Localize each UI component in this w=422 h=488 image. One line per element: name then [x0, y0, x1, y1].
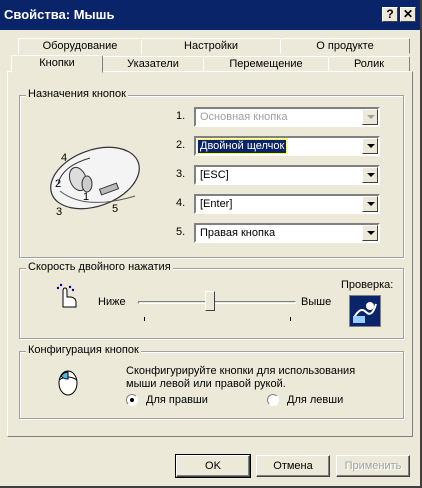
assign-num-2: 2.	[176, 139, 186, 151]
speed-test-label: Проверка:	[341, 279, 394, 291]
config-legend: Конфигурация кнопок	[26, 344, 141, 356]
help-button[interactable]: ?	[382, 7, 398, 22]
left-hand-label[interactable]: Для левши	[287, 394, 343, 406]
title-bar: Свойства: Мышь ? ✕	[0, 0, 420, 30]
dropdown-arrow-icon	[362, 109, 378, 125]
mouse-label-1: 1	[83, 191, 90, 203]
assign-select-1: Основная кнопка	[194, 107, 380, 127]
slider-tick	[290, 317, 291, 321]
speed-slider-thumb[interactable]	[204, 291, 215, 311]
assign-value-5: Правая кнопка	[200, 227, 276, 239]
ok-button[interactable]: OK	[175, 454, 251, 478]
assign-select-4[interactable]: [Enter]	[194, 194, 380, 214]
mouse-label-4: 4	[61, 152, 68, 164]
speed-legend: Скорость двойного нажатия	[26, 261, 173, 273]
config-group: Конфигурация кнопок Сконфигурируйте кноп…	[19, 344, 404, 419]
config-description: Сконфигурируйте кнопки для использования…	[126, 365, 356, 390]
assign-value-3: [ESC]	[200, 169, 229, 181]
mouse-illustration	[50, 146, 140, 210]
mouse-label-5: 5	[112, 203, 119, 215]
left-hand-radio[interactable]	[267, 394, 279, 406]
assign-select-3[interactable]: [ESC]	[194, 165, 380, 185]
assign-num-4: 4.	[176, 197, 186, 209]
test-area[interactable]	[349, 295, 381, 327]
mouse-label-2: 2	[55, 178, 62, 190]
assign-value-2: Двойной щелчок	[196, 139, 288, 154]
slider-tick	[144, 317, 145, 321]
cancel-button[interactable]: Отмена	[256, 455, 330, 477]
assign-legend: Назначения кнопок	[26, 88, 128, 100]
assign-num-5: 5.	[176, 226, 186, 238]
right-hand-radio[interactable]	[126, 394, 138, 406]
assign-select-5[interactable]: Правая кнопка	[194, 223, 380, 243]
tab-about[interactable]: О продукте	[280, 38, 410, 54]
pointer-hand-icon	[56, 283, 77, 308]
tab-buttons[interactable]: Кнопки	[11, 55, 103, 73]
assign-value-1: Основная кнопка	[200, 111, 288, 123]
dropdown-arrow-icon[interactable]	[362, 196, 378, 212]
assign-group: Назначения кнопок 4 2 1 3 5 1. Основная …	[19, 88, 404, 258]
apply-button[interactable]: Применить	[336, 455, 410, 477]
tab-motion[interactable]: Перемещение	[203, 56, 329, 72]
dropdown-arrow-icon[interactable]	[362, 225, 378, 241]
tab-settings[interactable]: Настройки	[141, 38, 281, 54]
assign-select-2[interactable]: Двойной щелчок	[194, 136, 380, 156]
mouse-label-3: 3	[56, 206, 63, 218]
assign-num-1: 1.	[176, 110, 186, 122]
assign-num-3: 3.	[176, 168, 186, 180]
speed-slow-label: Ниже	[98, 296, 126, 308]
mouse-icon	[58, 370, 78, 396]
tab-hardware[interactable]: Оборудование	[18, 38, 142, 54]
window-title: Свойства: Мышь	[4, 7, 115, 22]
speed-slider-track[interactable]	[138, 301, 296, 304]
mouse-properties-window: Свойства: Мышь ? ✕ Оборудование Настройк…	[0, 0, 422, 488]
speed-fast-label: Выше	[301, 296, 332, 308]
dropdown-arrow-icon[interactable]	[362, 138, 378, 154]
buttons-tab-panel: Назначения кнопок 4 2 1 3 5 1. Основная …	[7, 71, 413, 437]
close-button[interactable]: ✕	[400, 7, 416, 22]
assign-value-4: [Enter]	[200, 198, 233, 210]
jack-in-box-icon	[353, 302, 377, 323]
dropdown-arrow-icon[interactable]	[362, 167, 378, 183]
right-hand-label[interactable]: Для правши	[146, 394, 208, 406]
tab-pointers[interactable]: Указатели	[102, 56, 204, 72]
tab-wheel[interactable]: Ролик	[328, 56, 410, 72]
speed-group: Скорость двойного нажатия Ниже Выше Пров…	[19, 261, 404, 339]
